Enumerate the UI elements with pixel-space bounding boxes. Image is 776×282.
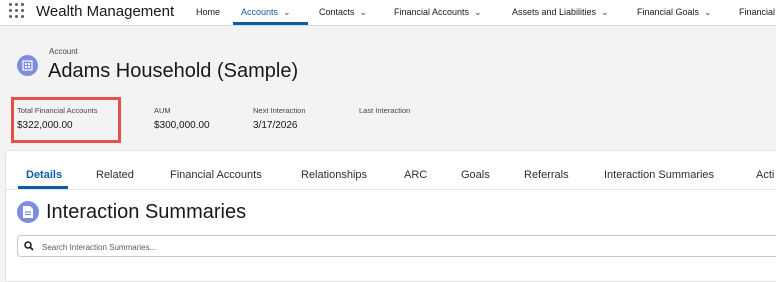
field-value: 3/17/2026 [253, 120, 298, 131]
search-box[interactable] [17, 235, 776, 257]
nav-item-accounts[interactable]: Accounts ⌄ [241, 7, 291, 18]
search-input[interactable] [40, 238, 744, 256]
field-label: Last Interaction [359, 106, 411, 115]
nav-item-home[interactable]: Home [196, 7, 220, 17]
nav-item-contacts[interactable]: Contacts ⌄ [319, 7, 367, 18]
field-label: AUM [154, 106, 171, 115]
active-nav-indicator [233, 22, 308, 25]
account-icon [17, 55, 38, 76]
tab-related[interactable]: Related [96, 169, 134, 181]
object-type-label: Account [49, 47, 78, 56]
annotation-highlight-box [11, 97, 121, 143]
chevron-down-icon[interactable]: ⌄ [601, 7, 609, 18]
record-title: Adams Household (Sample) [48, 60, 299, 82]
chevron-down-icon[interactable]: ⌄ [283, 7, 291, 18]
nav-item-label: Contacts [319, 7, 355, 17]
nav-item-financial-accounts[interactable]: Financial Accounts ⌄ [394, 7, 482, 18]
tab-referrals[interactable]: Referrals [524, 169, 569, 181]
highlight-aum: AUM $300,000.00 [154, 106, 210, 131]
nav-item-label: Home [196, 7, 221, 17]
highlight-last-interaction: Last Interaction [359, 106, 410, 120]
nav-item-financial-goals[interactable]: Financial Goals ⌄ [637, 7, 712, 18]
tab-arc[interactable]: ARC [404, 169, 427, 181]
nav-item-label: Financial Accounts [394, 7, 470, 17]
nav-item-financial[interactable]: Financial [739, 7, 775, 17]
nav-item-label: Financial Goals [637, 7, 700, 17]
search-icon [24, 241, 34, 251]
chevron-down-icon[interactable]: ⌄ [704, 7, 712, 18]
tab-financial-accounts[interactable]: Financial Accounts [170, 169, 262, 181]
field-label: Next Interaction [253, 106, 306, 115]
section-title: Interaction Summaries [46, 201, 247, 223]
nav-item-label: Financial [739, 7, 776, 17]
nav-item-assets-and-liabilities[interactable]: Assets and Liabilities ⌄ [512, 7, 609, 18]
tab-activity[interactable]: Acti [756, 169, 774, 181]
tab-relationships[interactable]: Relationships [301, 169, 367, 181]
field-value: $300,000.00 [154, 120, 210, 131]
chevron-down-icon[interactable]: ⌄ [360, 7, 368, 18]
global-navigation-bar: Wealth Management Home Accounts ⌄ Contact… [0, 0, 776, 26]
tab-details[interactable]: Details [26, 169, 62, 181]
tab-goals[interactable]: Goals [461, 169, 490, 181]
chevron-down-icon[interactable]: ⌄ [474, 7, 482, 18]
tab-divider [5, 189, 776, 190]
tab-interaction-summaries[interactable]: Interaction Summaries [604, 169, 714, 181]
nav-item-label: Assets and Liabilities [512, 7, 597, 17]
nav-item-label: Accounts [241, 7, 279, 17]
highlight-next-interaction: Next Interaction 3/17/2026 [253, 106, 306, 131]
app-launcher-icon[interactable] [9, 3, 25, 19]
app-name: Wealth Management [36, 3, 175, 20]
interaction-summary-icon [17, 201, 39, 223]
